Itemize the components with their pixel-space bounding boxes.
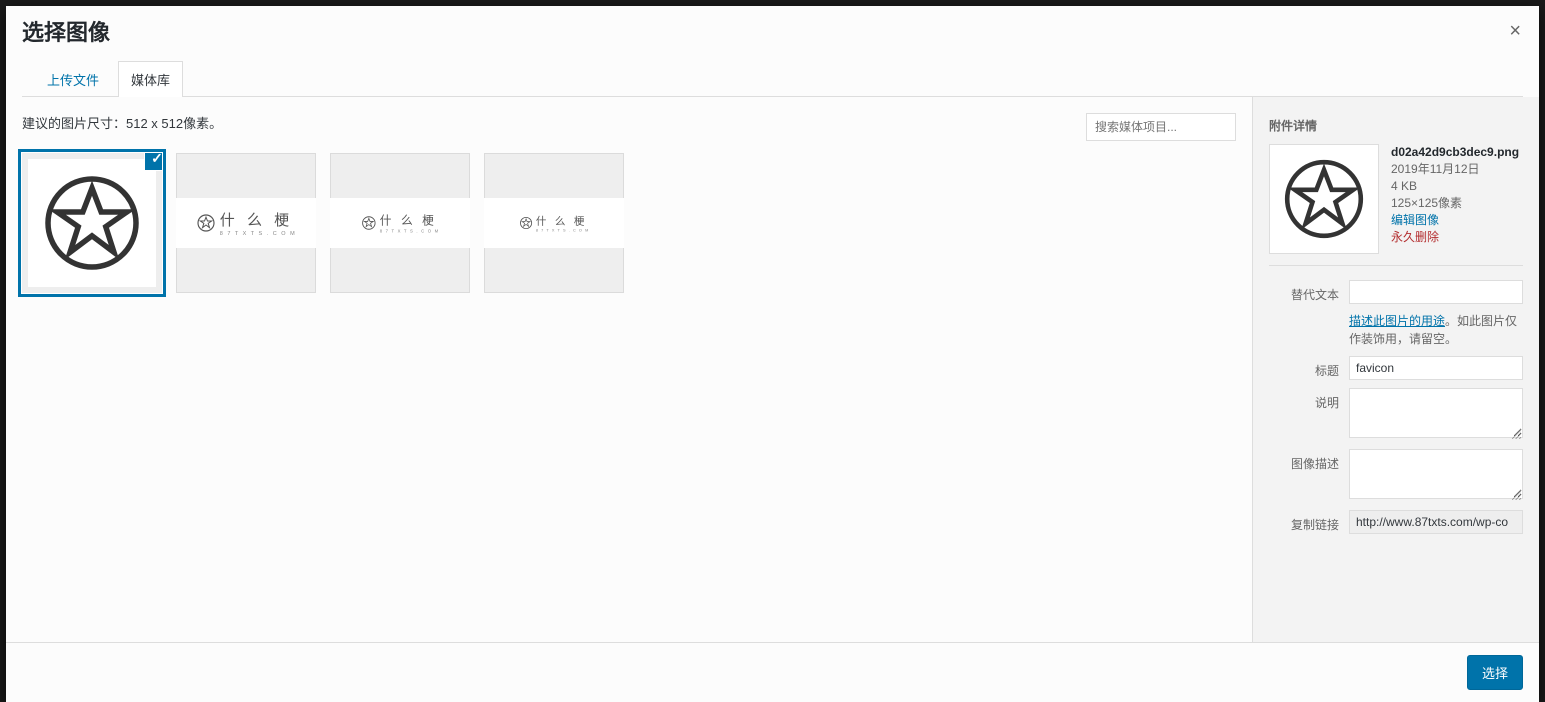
details-dimensions: 125×125像素 [1391,195,1523,212]
alt-text-input[interactable] [1349,280,1523,304]
details-thumbnail [1269,144,1379,254]
title-label: 标题 [1269,356,1349,379]
star-circle-icon [1278,153,1370,245]
main-top-row: 建议的图片尺寸：512 x 512像素。 [22,113,1236,141]
modal-header: 选择图像 × 上传文件 媒体库 [6,6,1539,97]
logo-text-sub: 8 7 T X T S . C O M [536,229,589,233]
close-icon: × [1509,20,1521,42]
caption-label: 说明 [1269,388,1349,411]
thumbnail-grid: 什 么 梗 8 7 T X T S . C O M 什 么 梗 8 7 T X [22,153,1236,293]
attachment-thumb-selected[interactable] [22,153,162,293]
selected-check-icon[interactable] [145,153,162,170]
alt-text-help: 描述此图片的用途。如此图片仅作装饰用，请留空。 [1349,312,1523,348]
star-circle-icon [37,168,147,278]
tab-media-library[interactable]: 媒体库 [118,61,183,97]
attachment-thumb[interactable]: 什 么 梗 8 7 T X T S . C O M [330,153,470,293]
alt-text-label: 替代文本 [1269,280,1349,303]
details-date: 2019年11月12日 [1391,161,1523,178]
thumb-image: 什 么 梗 8 7 T X T S . C O M [330,198,470,248]
modal-title: 选择图像 [22,6,1523,58]
attachment-thumb[interactable]: 什 么 梗 8 7 T X T S . C O M [176,153,316,293]
star-circle-icon [361,215,377,231]
modal-body: 建议的图片尺寸：512 x 512像素。 [6,97,1539,651]
copy-link-label: 复制链接 [1269,510,1349,533]
select-button[interactable]: 选择 [1467,655,1523,690]
attachment-thumb[interactable]: 什 么 梗 8 7 T X T S . C O M [484,153,624,293]
logo-text-sub: 8 7 T X T S . C O M [380,229,440,234]
size-hint: 建议的图片尺寸：512 x 512像素。 [22,113,222,132]
edit-image-link[interactable]: 编辑图像 [1391,212,1523,229]
tab-upload[interactable]: 上传文件 [34,61,112,97]
description-input[interactable] [1349,449,1523,499]
caption-input[interactable] [1349,388,1523,438]
thumb-image: 什 么 梗 8 7 T X T S . C O M [176,198,316,248]
star-circle-icon [196,213,216,233]
details-filesize: 4 KB [1391,178,1523,195]
thumb-image: 什 么 梗 8 7 T X T S . C O M [484,198,624,248]
details-form: 替代文本 描述此图片的用途。如此图片仅作装饰用，请留空。 标题 说明 [1269,280,1523,534]
modal-footer: 选择 [6,642,1539,702]
media-modal: 选择图像 × 上传文件 媒体库 建议的图片尺寸：512 x 512像素。 [6,6,1539,702]
logo-text-cn: 什 么 梗 [536,213,589,228]
logo-text-cn: 什 么 梗 [380,212,440,228]
close-button[interactable]: × [1509,20,1521,43]
description-label: 图像描述 [1269,449,1349,472]
sidebar-heading: 附件详情 [1269,97,1523,144]
logo-text-cn: 什 么 梗 [220,209,296,230]
details-meta: d02a42d9cb3dec9.png 2019年11月12日 4 KB 125… [1391,144,1523,254]
title-input[interactable] [1349,356,1523,380]
search-input[interactable] [1086,113,1236,141]
logo-text-sub: 8 7 T X T S . C O M [220,231,296,237]
details-sidebar: 附件详情 d02a42d9cb3dec9.png 2019年11月12日 4 K… [1252,97,1539,651]
thumb-image [28,159,156,287]
delete-permanently-link[interactable]: 永久删除 [1391,229,1523,246]
attachment-details: d02a42d9cb3dec9.png 2019年11月12日 4 KB 125… [1269,144,1523,266]
star-circle-icon [519,216,533,230]
main-panel: 建议的图片尺寸：512 x 512像素。 [6,97,1252,651]
copy-link-input[interactable] [1349,510,1523,534]
details-filename: d02a42d9cb3dec9.png [1391,144,1523,161]
tabs: 上传文件 媒体库 [22,60,1523,97]
alt-text-help-link[interactable]: 描述此图片的用途 [1349,314,1445,328]
